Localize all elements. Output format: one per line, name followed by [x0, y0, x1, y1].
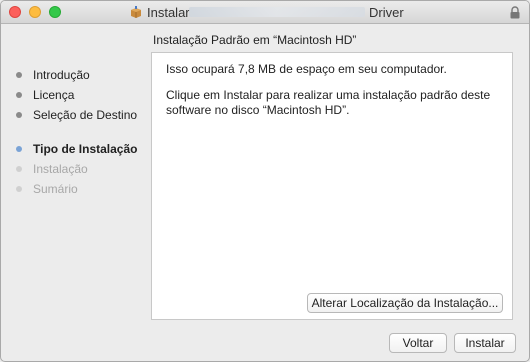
step-label: Introdução	[33, 68, 90, 82]
step-label: Seleção de Destino	[33, 108, 138, 122]
step-label: Licença	[33, 88, 75, 102]
installer-package-icon	[131, 6, 141, 18]
step-bullet-icon	[16, 146, 22, 152]
close-window-button[interactable]	[9, 6, 21, 18]
disk-space-text: Isso ocupará 7,8 MB de espaço em seu com…	[166, 62, 447, 76]
step-bullet-icon	[16, 112, 22, 118]
lock-icon	[510, 6, 520, 19]
title-bar: Instalar Driver	[1, 1, 529, 24]
step-bullet-icon	[16, 72, 22, 78]
content-panel: Isso ocupará 7,8 MB de espaço em seu com…	[151, 52, 513, 320]
step-installation: Instalação	[13, 161, 143, 181]
zoom-window-button[interactable]	[49, 6, 61, 18]
redacted-product-name	[189, 7, 365, 17]
window-title-suffix: Driver	[369, 5, 404, 20]
installer-steps-sidebar: Introdução Licença Seleção de Destino Ti…	[13, 67, 143, 201]
window-title-prefix: Instalar	[147, 5, 190, 20]
step-label: Sumário	[33, 182, 78, 196]
step-license: Licença	[13, 87, 143, 107]
step-installation-type: Tipo de Instalação	[13, 141, 143, 161]
step-destination-select: Seleção de Destino	[13, 107, 143, 127]
minimize-window-button[interactable]	[29, 6, 41, 18]
install-button[interactable]: Instalar	[454, 333, 516, 353]
step-summary: Sumário	[13, 181, 143, 201]
installer-window: Instalar Driver Instalação Padrão em “Ma…	[0, 0, 530, 362]
step-bullet-icon	[16, 166, 22, 172]
step-introduction: Introdução	[13, 67, 143, 87]
step-bullet-icon	[16, 186, 22, 192]
back-button[interactable]: Voltar	[389, 333, 447, 353]
step-bullet-icon	[16, 92, 22, 98]
step-label: Instalação	[33, 162, 88, 176]
page-subtitle: Instalação Padrão em “Macintosh HD”	[153, 33, 357, 47]
install-instructions-text: Clique em Instalar para realizar uma ins…	[166, 88, 491, 117]
change-install-location-button[interactable]: Alterar Localização da Instalação...	[307, 293, 503, 313]
step-label: Tipo de Instalação	[33, 142, 138, 156]
